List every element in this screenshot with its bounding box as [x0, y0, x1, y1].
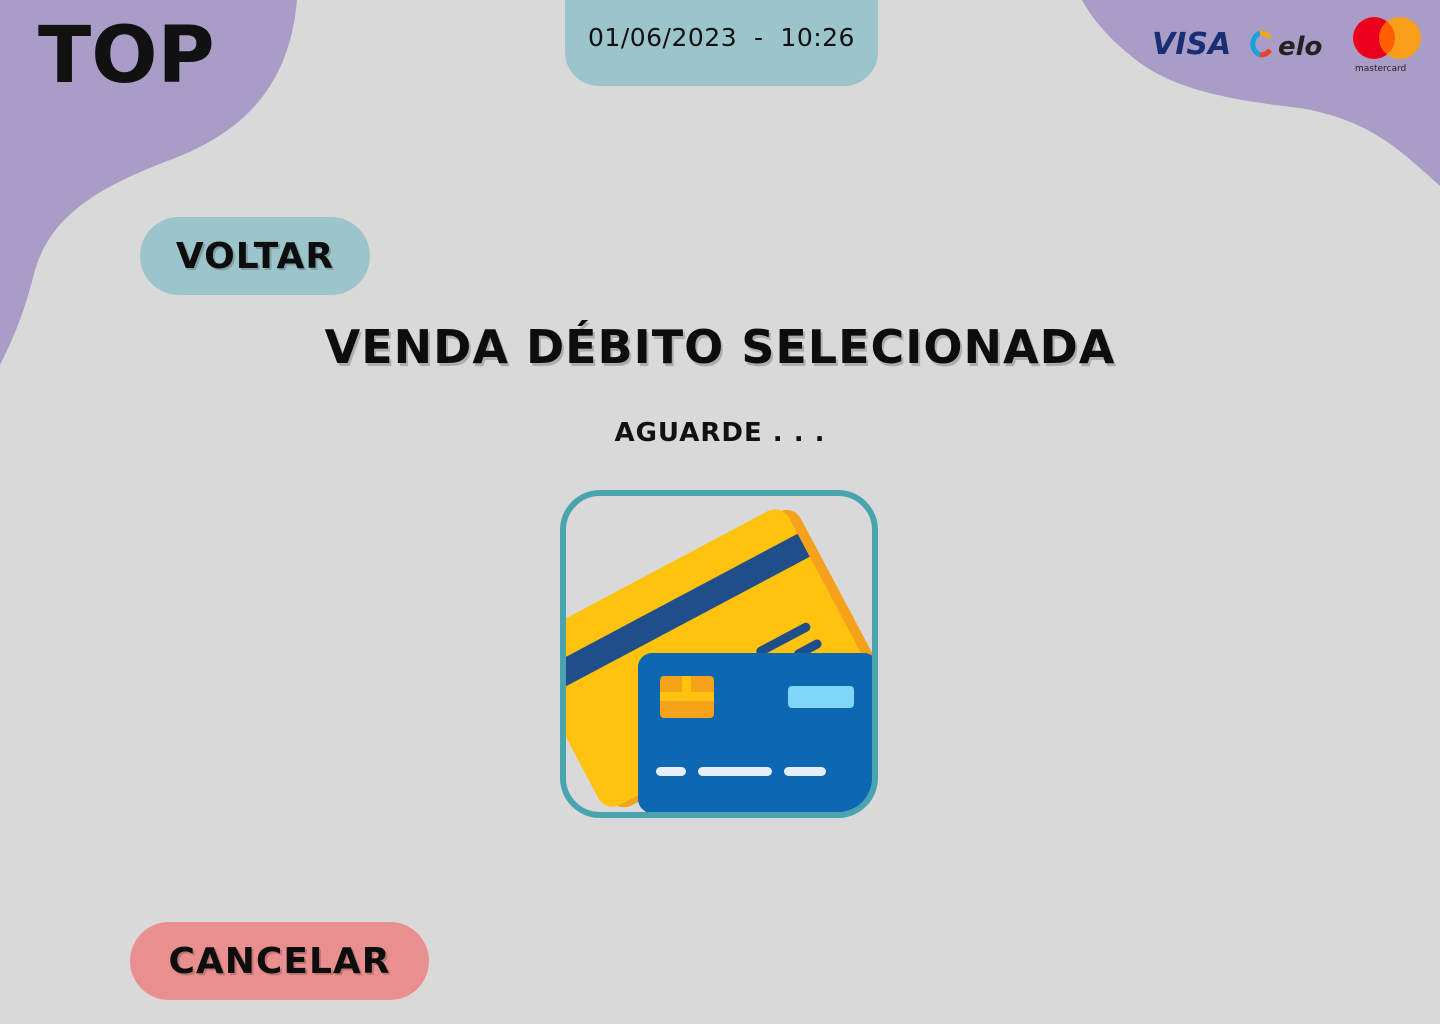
status-message: AGUARDE . . . [614, 418, 826, 448]
credit-card-icon [560, 490, 878, 818]
logo-text: TOP [38, 16, 215, 88]
visa-logo: VISA [1152, 27, 1231, 62]
datetime-display: 01/06/2023 - 10:26 [565, 0, 878, 86]
mastercard-logo: mastercard [1353, 17, 1421, 74]
svg-text:mastercard: mastercard [1355, 64, 1406, 74]
top-logo: TOP [38, 11, 224, 101]
cancel-button-label: CANCELAR [168, 940, 391, 982]
card-brands: VISA elo mastercard [1150, 14, 1428, 76]
svg-text:elo: elo [1278, 32, 1322, 62]
cancel-button[interactable]: CANCELAR [130, 922, 429, 1000]
elo-logo: elo [1250, 30, 1322, 62]
back-button[interactable]: VOLTAR [140, 217, 370, 295]
page-title: VENDA DÉBITO SELECIONADA [324, 320, 1116, 374]
svg-text:VISA: VISA [1152, 27, 1231, 62]
back-button-label: VOLTAR [175, 235, 335, 277]
